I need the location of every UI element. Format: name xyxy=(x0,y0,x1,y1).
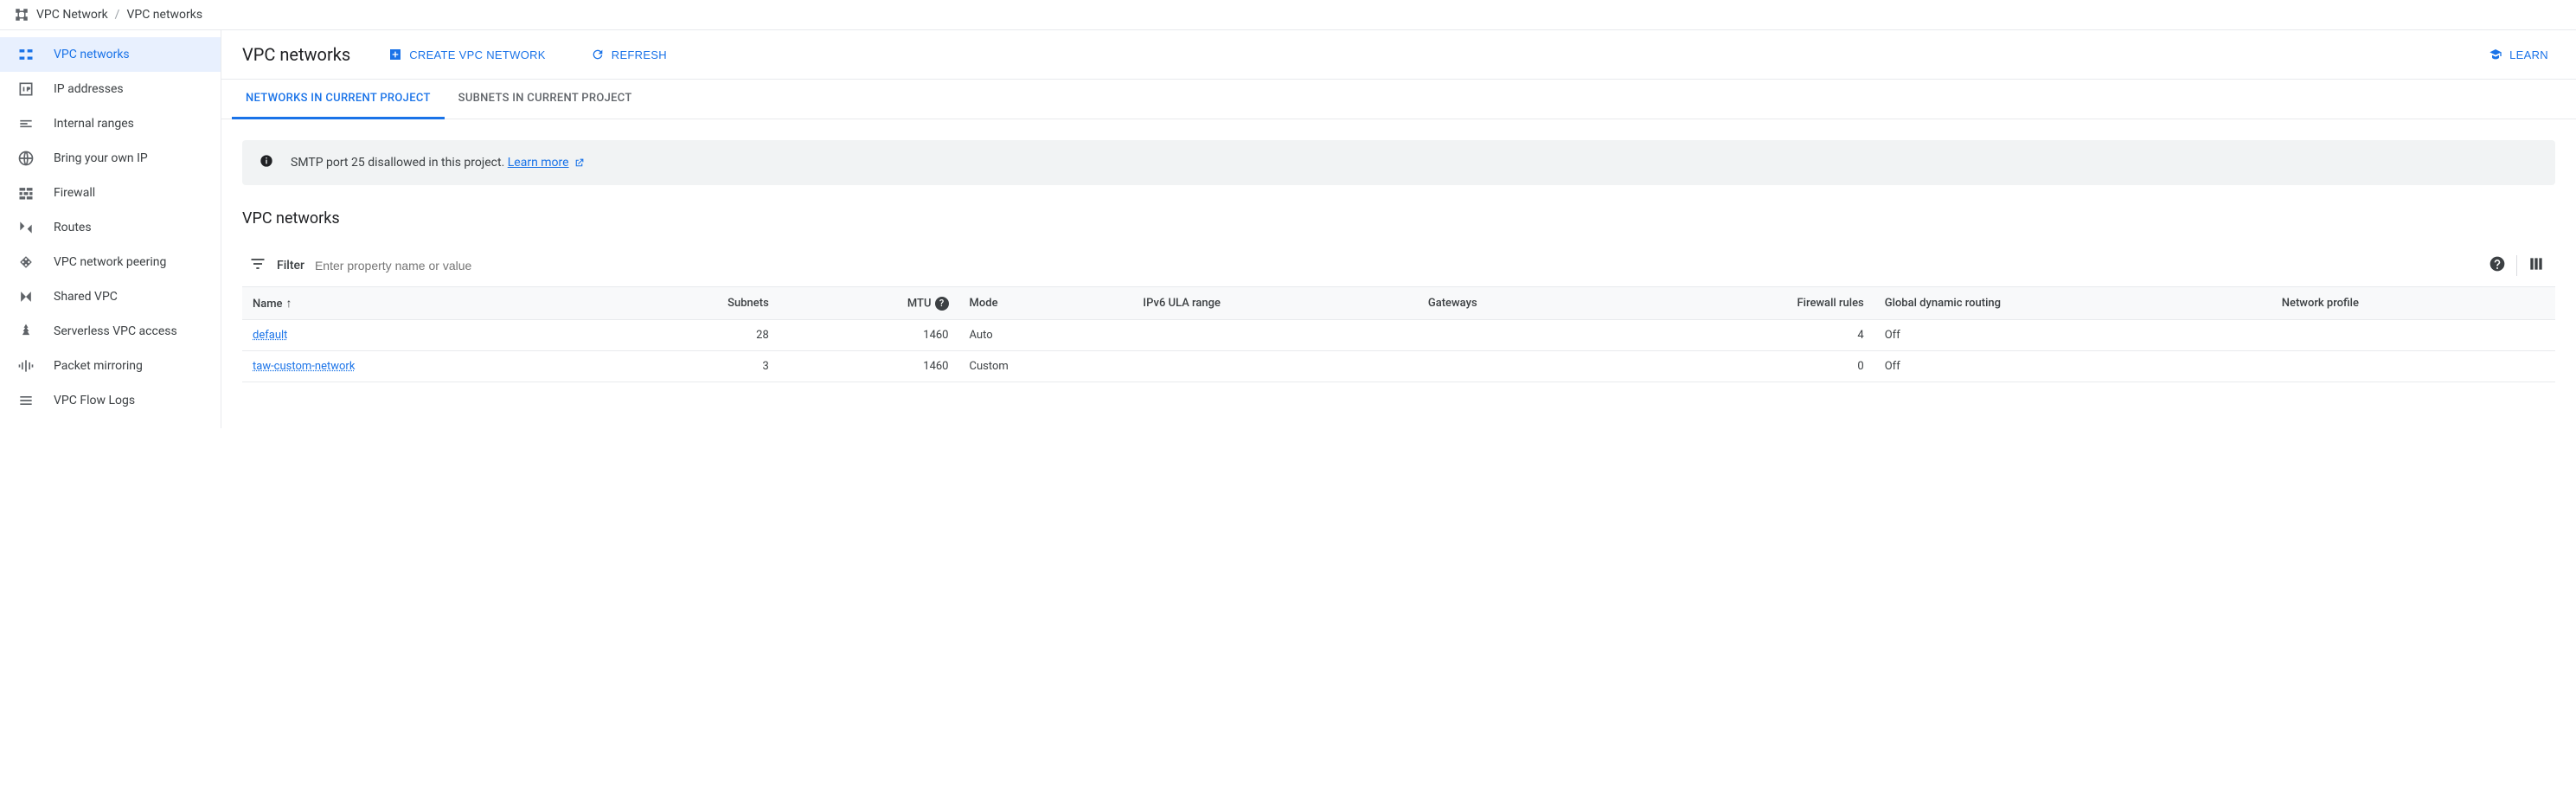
learn-label: LEARN xyxy=(2509,48,2548,61)
tabs: NETWORKS IN CURRENT PROJECT SUBNETS IN C… xyxy=(221,80,2576,119)
sidebar-item-firewall[interactable]: Firewall xyxy=(0,176,221,210)
internal-ranges-icon xyxy=(17,115,35,132)
cell-mode: Custom xyxy=(959,351,1133,382)
cell-mode: Auto xyxy=(959,320,1133,351)
vpc-product-icon xyxy=(14,7,29,22)
sidebar-item-vpc-networks[interactable]: VPC networks xyxy=(0,37,221,72)
sidebar-item-label: VPC Flow Logs xyxy=(54,394,135,407)
cell-ula xyxy=(1132,351,1417,382)
col-subnets[interactable]: Subnets xyxy=(599,287,779,320)
refresh-icon xyxy=(591,48,605,61)
plus-box-icon xyxy=(388,48,402,61)
vpc-networks-table: Name↑ Subnets MTU? Mode IPv6 ULA range G… xyxy=(242,287,2555,382)
cell-gdr: Off xyxy=(1874,320,2272,351)
col-firewall-rules[interactable]: Firewall rules xyxy=(1620,287,1874,320)
sidebar-item-packet-mirroring[interactable]: Packet mirroring xyxy=(0,349,221,383)
vertical-divider xyxy=(2516,255,2517,276)
cell-profile xyxy=(2272,351,2555,382)
help-icon[interactable]: ? xyxy=(935,297,949,311)
col-global-dynamic-routing[interactable]: Global dynamic routing xyxy=(1874,287,2272,320)
firewall-icon xyxy=(17,184,35,202)
refresh-label: REFRESH xyxy=(612,48,667,61)
tab-networks[interactable]: NETWORKS IN CURRENT PROJECT xyxy=(232,80,445,119)
cell-gateways xyxy=(1418,320,1620,351)
packet-mirroring-icon xyxy=(17,357,35,375)
notice-learn-more-link[interactable]: Learn more xyxy=(508,156,569,170)
col-ipv6-ula[interactable]: IPv6 ULA range xyxy=(1132,287,1417,320)
routes-icon xyxy=(17,219,35,236)
filter-bar: Filter xyxy=(242,245,2555,287)
sidebar: VPC networks IP addresses Internal range… xyxy=(0,30,221,428)
learn-icon xyxy=(2489,48,2502,61)
sidebar-item-shared-vpc[interactable]: Shared VPC xyxy=(0,279,221,314)
cell-subnets: 28 xyxy=(599,320,779,351)
sidebar-item-label: Firewall xyxy=(54,186,95,200)
col-mtu[interactable]: MTU? xyxy=(779,287,959,320)
section-title: VPC networks xyxy=(242,209,2555,228)
filter-label: Filter xyxy=(277,259,304,273)
cell-gdr: Off xyxy=(1874,351,2272,382)
learn-button[interactable]: LEARN xyxy=(2482,42,2555,67)
titlebar: VPC networks CREATE VPC NETWORK REFRESH … xyxy=(221,30,2576,80)
sidebar-item-label: Routes xyxy=(54,221,92,234)
shared-vpc-icon xyxy=(17,288,35,305)
sidebar-item-serverless-access[interactable]: Serverless VPC access xyxy=(0,314,221,349)
external-link-icon xyxy=(574,157,585,169)
cell-mtu: 1460 xyxy=(779,320,959,351)
cell-profile xyxy=(2272,320,2555,351)
sidebar-item-routes[interactable]: Routes xyxy=(0,210,221,245)
notice-text: SMTP port 25 disallowed in this project.… xyxy=(291,156,585,170)
filter-help-button[interactable] xyxy=(2485,252,2509,279)
refresh-button[interactable]: REFRESH xyxy=(584,42,674,67)
column-display-button[interactable] xyxy=(2524,252,2548,279)
sidebar-item-label: Shared VPC xyxy=(54,290,118,304)
sidebar-item-label: Packet mirroring xyxy=(54,359,143,373)
sidebar-item-label: IP addresses xyxy=(54,82,124,96)
cell-firewall: 0 xyxy=(1620,351,1874,382)
col-name[interactable]: Name↑ xyxy=(242,287,599,320)
sidebar-item-ip-addresses[interactable]: IP addresses xyxy=(0,72,221,106)
ip-addresses-icon xyxy=(17,80,35,98)
sidebar-item-internal-ranges[interactable]: Internal ranges xyxy=(0,106,221,141)
main-content: VPC networks CREATE VPC NETWORK REFRESH … xyxy=(221,30,2576,428)
page-title: VPC networks xyxy=(242,44,350,65)
breadcrumb-parent[interactable]: VPC Network xyxy=(36,8,108,22)
info-icon xyxy=(260,154,273,171)
sidebar-item-label: Internal ranges xyxy=(54,117,134,131)
sort-asc-icon: ↑ xyxy=(286,297,292,311)
serverless-icon xyxy=(17,323,35,340)
network-link[interactable]: taw-custom-network xyxy=(253,360,355,373)
sidebar-item-label: Serverless VPC access xyxy=(54,324,177,338)
sidebar-item-label: VPC network peering xyxy=(54,255,166,269)
cell-ula xyxy=(1132,320,1417,351)
vpc-networks-icon xyxy=(17,46,35,63)
info-notice: SMTP port 25 disallowed in this project.… xyxy=(242,140,2555,185)
breadcrumb: VPC Network / VPC networks xyxy=(0,0,2576,30)
flow-logs-icon xyxy=(17,392,35,409)
col-gateways[interactable]: Gateways xyxy=(1418,287,1620,320)
breadcrumb-current: VPC networks xyxy=(126,8,202,22)
filter-icon xyxy=(249,255,266,276)
sidebar-item-byoip[interactable]: Bring your own IP xyxy=(0,141,221,176)
peering-icon xyxy=(17,253,35,271)
sidebar-item-peering[interactable]: VPC network peering xyxy=(0,245,221,279)
cell-firewall: 4 xyxy=(1620,320,1874,351)
table-row: taw-custom-network 3 1460 Custom 0 Off xyxy=(242,351,2555,382)
create-label: CREATE VPC NETWORK xyxy=(409,48,546,61)
sidebar-item-label: VPC networks xyxy=(54,48,130,61)
col-network-profile[interactable]: Network profile xyxy=(2272,287,2555,320)
cell-mtu: 1460 xyxy=(779,351,959,382)
create-vpc-network-button[interactable]: CREATE VPC NETWORK xyxy=(381,42,553,67)
col-mode[interactable]: Mode xyxy=(959,287,1133,320)
sidebar-item-flow-logs[interactable]: VPC Flow Logs xyxy=(0,383,221,418)
sidebar-item-label: Bring your own IP xyxy=(54,151,148,165)
table-row: default 28 1460 Auto 4 Off xyxy=(242,320,2555,351)
cell-subnets: 3 xyxy=(599,351,779,382)
filter-input[interactable] xyxy=(315,259,2475,273)
globe-icon xyxy=(17,150,35,167)
network-link[interactable]: default xyxy=(253,329,287,342)
cell-gateways xyxy=(1418,351,1620,382)
tab-subnets[interactable]: SUBNETS IN CURRENT PROJECT xyxy=(445,80,646,119)
breadcrumb-separator: / xyxy=(115,8,120,22)
